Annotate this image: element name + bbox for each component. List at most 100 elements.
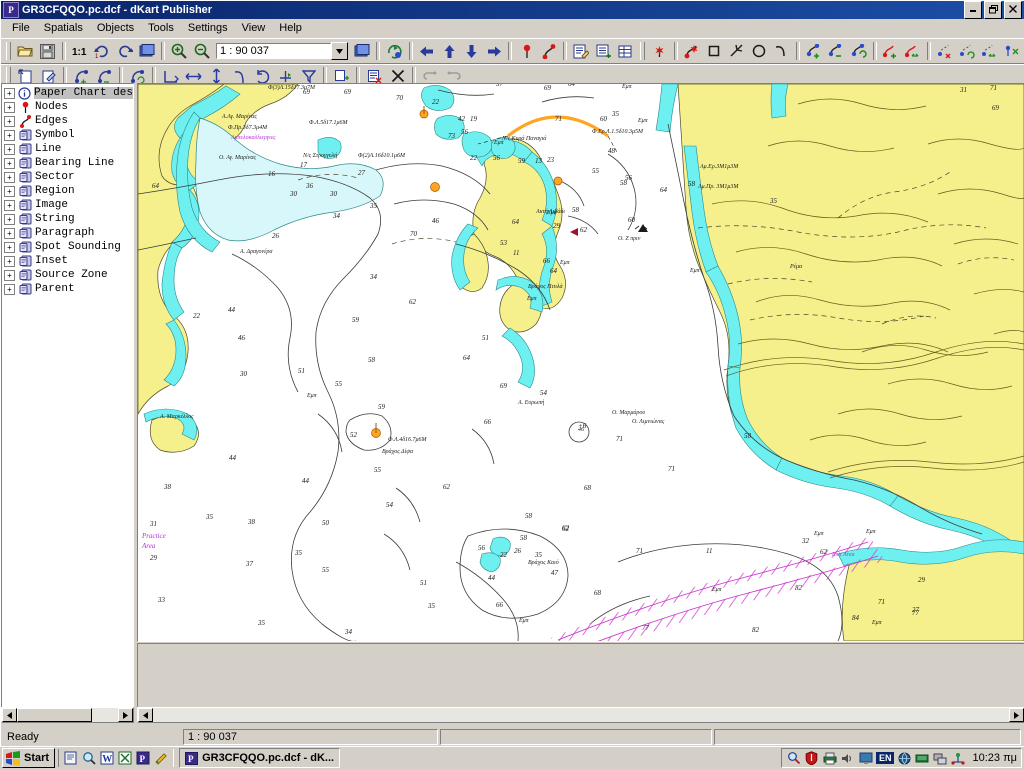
join-edge-icon[interactable] [903, 41, 923, 61]
pan-left-icon[interactable] [417, 41, 437, 61]
expander-icon[interactable]: + [4, 101, 15, 113]
menu-help[interactable]: Help [272, 20, 309, 36]
taskbar-clock[interactable]: 10:23 πμ [968, 752, 1017, 764]
network-icon[interactable] [932, 750, 948, 766]
expander-icon[interactable]: + [4, 283, 15, 295]
show-desktop-icon[interactable] [63, 750, 79, 766]
tree-item-paper-chart-description[interactable]: + Paper Chart des [4, 86, 133, 100]
excel-icon[interactable] [117, 750, 133, 766]
expander-icon[interactable]: + [4, 213, 15, 225]
extend-selection-icon[interactable] [980, 41, 1000, 61]
expander-icon[interactable]: + [4, 115, 15, 127]
expander-icon[interactable]: + [4, 185, 15, 197]
menu-file[interactable]: File [5, 20, 37, 36]
save-icon[interactable] [37, 41, 57, 61]
expander-icon[interactable]: + [4, 171, 15, 183]
expander-icon[interactable]: + [4, 129, 15, 141]
scale-dropdown-arrow[interactable] [331, 42, 349, 60]
select-edge-icon[interactable] [539, 41, 559, 61]
split-edge-icon[interactable] [881, 41, 901, 61]
start-button[interactable]: Start [2, 748, 56, 768]
tree-item-inset[interactable]: + Inset [4, 254, 133, 268]
draw-rectangle-icon[interactable] [704, 41, 724, 61]
menu-spatials[interactable]: Spatials [37, 20, 90, 36]
globe-icon[interactable] [896, 750, 912, 766]
tree-item-paragraph[interactable]: + Paragraph [4, 226, 133, 240]
magnifier-icon[interactable] [786, 750, 802, 766]
expander-icon[interactable]: + [4, 87, 15, 99]
refresh-icon[interactable] [384, 41, 404, 61]
scroll-left-arrow[interactable] [138, 708, 153, 722]
zoom-1to1-icon[interactable]: 1:1 [70, 41, 90, 61]
tree-item-source-zone[interactable]: + Source Zone [4, 268, 133, 282]
new-edge-icon[interactable] [682, 41, 702, 61]
tree-item-nodes[interactable]: + Nodes [4, 100, 133, 114]
zoom-extents-icon[interactable] [137, 41, 157, 61]
tree-horizontal-scrollbar[interactable] [1, 707, 134, 723]
draw-circle-icon[interactable] [749, 41, 769, 61]
connection-icon[interactable] [950, 750, 966, 766]
reverse-selection-icon[interactable] [958, 41, 978, 61]
search-icon[interactable] [81, 750, 97, 766]
printer-icon[interactable] [822, 750, 838, 766]
object-list-icon[interactable] [593, 41, 613, 61]
remove-selection-icon[interactable] [1003, 41, 1023, 61]
language-indicator[interactable]: EN [875, 752, 895, 764]
expander-icon[interactable]: + [4, 143, 15, 155]
keyboard-icon[interactable] [914, 750, 930, 766]
draw-point-icon[interactable] [726, 41, 746, 61]
attribute-table-icon[interactable] [616, 41, 636, 61]
open-icon[interactable] [15, 41, 35, 61]
add-node-icon[interactable] [804, 41, 824, 61]
zoom-next-icon[interactable] [114, 41, 134, 61]
expander-icon[interactable]: + [4, 241, 15, 253]
publisher-icon[interactable]: P [135, 750, 151, 766]
delete-node-icon[interactable] [826, 41, 846, 61]
scroll-right-arrow[interactable] [118, 708, 133, 722]
expander-icon[interactable]: + [4, 157, 15, 169]
redraw-icon[interactable] [352, 41, 372, 61]
scroll-track[interactable] [17, 708, 118, 722]
scale-input[interactable] [216, 43, 332, 59]
pan-down-icon[interactable] [462, 41, 482, 61]
tree-item-bearing-line[interactable]: + Bearing Line [4, 156, 133, 170]
scroll-left-arrow[interactable] [2, 708, 17, 722]
menu-objects[interactable]: Objects [90, 20, 141, 36]
tree-item-region[interactable]: + Region [4, 184, 133, 198]
zoom-in-icon[interactable] [169, 41, 189, 61]
zoom-previous-icon[interactable]: 1 [92, 41, 112, 61]
object-editor-icon[interactable] [571, 41, 591, 61]
toolbar-grip[interactable] [640, 42, 646, 60]
draw-arc-icon[interactable] [771, 41, 791, 61]
zoom-out-icon[interactable] [192, 41, 212, 61]
expander-icon[interactable]: + [4, 269, 15, 281]
nautical-chart[interactable]: 6969706964576971603522421973562256591323… [138, 84, 1024, 641]
pan-right-icon[interactable] [484, 41, 504, 61]
object-tree-panel[interactable]: + Paper Chart des + Nodes + Edges + Symb… [1, 83, 134, 708]
scroll-right-arrow[interactable] [1009, 708, 1024, 722]
expander-icon[interactable]: + [4, 199, 15, 211]
menu-tools[interactable]: Tools [141, 20, 181, 36]
tree-item-line[interactable]: + Line [4, 142, 133, 156]
media-icon[interactable] [153, 750, 169, 766]
scroll-thumb[interactable] [17, 708, 92, 722]
tree-item-edges[interactable]: + Edges [4, 114, 133, 128]
clear-selection-icon[interactable] [935, 41, 955, 61]
minimize-button[interactable] [964, 1, 982, 19]
shield-icon[interactable] [804, 750, 820, 766]
scale-combo[interactable] [216, 42, 349, 60]
tree-item-spot-sounding[interactable]: + Spot Sounding [4, 240, 133, 254]
menu-view[interactable]: View [235, 20, 273, 36]
toolbar-grip[interactable] [6, 42, 11, 60]
menu-settings[interactable]: Settings [181, 20, 235, 36]
chart-view[interactable]: 6969706964576971603522421973562256591323… [137, 83, 1024, 642]
volume-icon[interactable] [840, 750, 856, 766]
expander-icon[interactable]: + [4, 227, 15, 239]
close-button[interactable] [1004, 1, 1022, 19]
pick-feature-icon[interactable] [649, 41, 669, 61]
pan-up-icon[interactable] [439, 41, 459, 61]
display-icon[interactable] [858, 750, 874, 766]
tree-item-symbol[interactable]: + Symbol [4, 128, 133, 142]
tree-item-string[interactable]: + String [4, 212, 133, 226]
restore-button[interactable] [984, 1, 1002, 19]
